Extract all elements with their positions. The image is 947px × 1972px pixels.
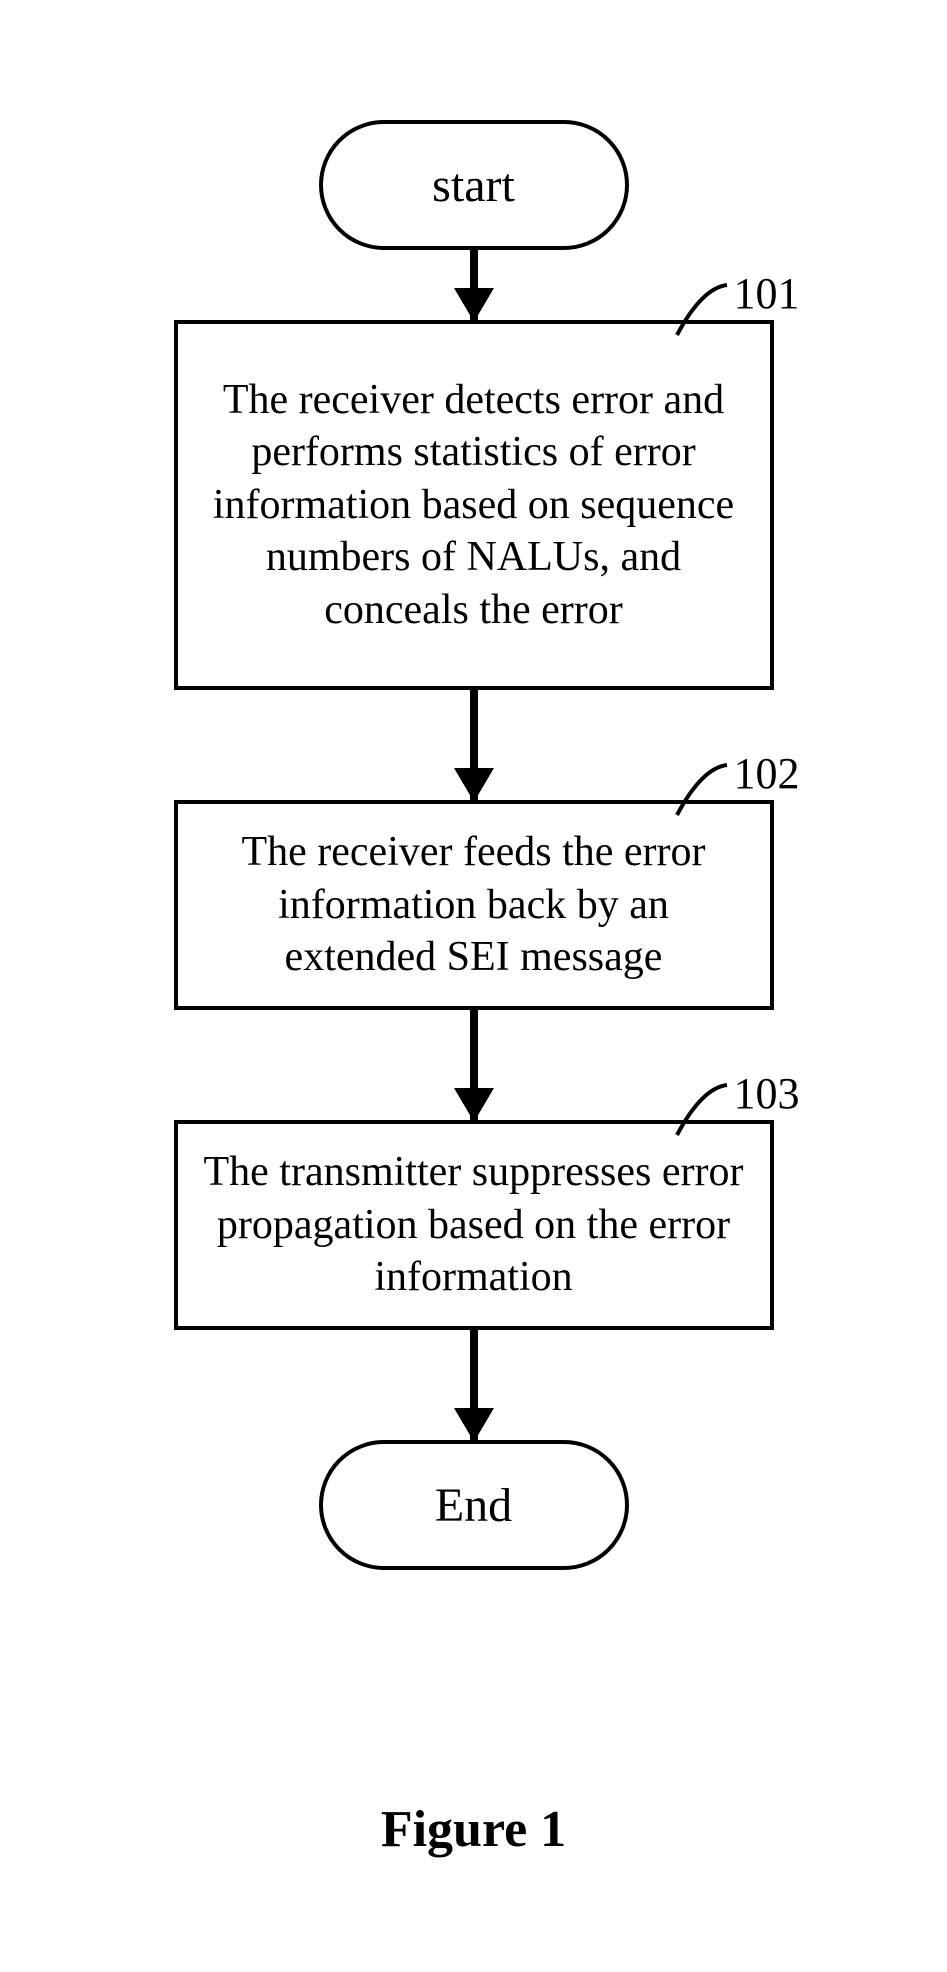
ref-label-101: 101	[734, 266, 800, 321]
ref-tick-icon	[674, 1082, 730, 1138]
figure-caption: Figure 1	[381, 1800, 566, 1859]
ref-tick-icon	[674, 282, 730, 338]
terminal-end: End	[319, 1440, 629, 1570]
process-step-103: 103 The transmitter suppresses error pro…	[174, 1120, 774, 1330]
ref-label-103: 103	[734, 1066, 800, 1121]
start-label: start	[432, 158, 515, 213]
ref-label-102: 102	[734, 746, 800, 801]
arrow-102-to-103	[470, 1010, 478, 1120]
arrow-101-to-102	[470, 690, 478, 800]
process-text: The transmitter suppresses error propaga…	[202, 1146, 746, 1304]
process-step-102: 102 The receiver feeds the error informa…	[174, 800, 774, 1010]
process-step-101: 101 The receiver detects error and perfo…	[174, 320, 774, 690]
end-label: End	[435, 1478, 512, 1533]
flowchart: start 101 The receiver detects error and…	[174, 120, 774, 1570]
arrow-start-to-101	[470, 250, 478, 320]
process-text: The receiver feeds the error information…	[202, 826, 746, 984]
process-text: The receiver detects error and performs …	[202, 374, 746, 637]
terminal-start: start	[319, 120, 629, 250]
arrow-103-to-end	[470, 1330, 478, 1440]
ref-tick-icon	[674, 762, 730, 818]
